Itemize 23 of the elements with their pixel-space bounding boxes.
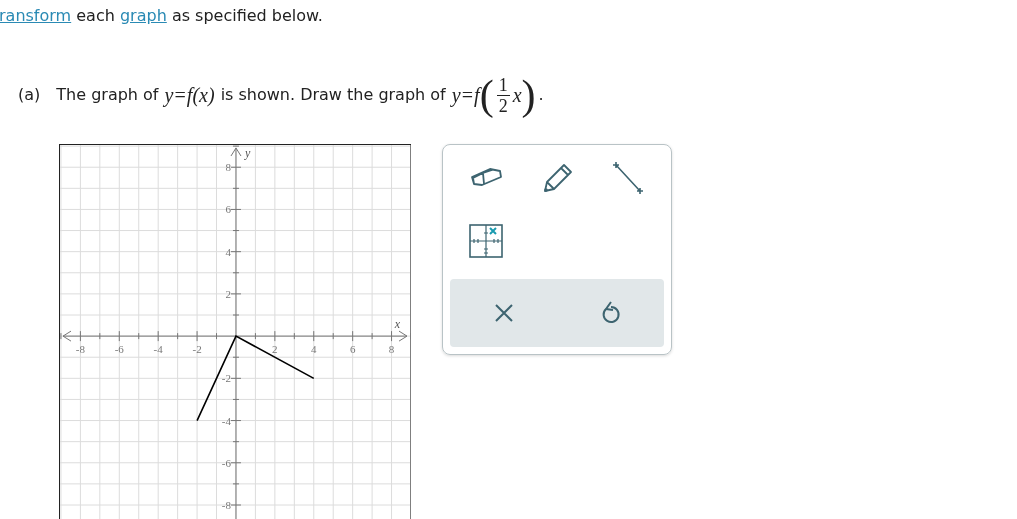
tick-label: 8 bbox=[388, 343, 395, 356]
tick-label: 2 bbox=[272, 343, 278, 356]
tick-label: -6 bbox=[114, 343, 124, 356]
tick-label: -8 bbox=[221, 499, 231, 511]
axis-label: x bbox=[394, 317, 401, 332]
tick-label: 4 bbox=[311, 343, 317, 356]
axis-label: y bbox=[244, 146, 251, 160]
tick-label: 4 bbox=[225, 245, 231, 258]
tick-label: -4 bbox=[221, 414, 231, 427]
tick-label: -8 bbox=[75, 343, 85, 356]
tick-label: -4 bbox=[153, 343, 163, 356]
link[interactable]: ransform bbox=[0, 6, 72, 25]
tick-label: -6 bbox=[221, 456, 231, 469]
coordinate-graph[interactable]: -8 -6 -4 -2 2 4 6 8 -8 -6 -4 -2 2 4 6 8 x y bbox=[59, 144, 411, 519]
tick-label: -2 bbox=[192, 343, 202, 356]
tick-label: 6 bbox=[225, 203, 231, 216]
instruction-text: as specified below. bbox=[171, 6, 323, 25]
tick-label: 8 bbox=[225, 161, 231, 174]
tick-label: 6 bbox=[349, 343, 356, 356]
tick-label: 2 bbox=[225, 287, 231, 300]
tick-label: -2 bbox=[221, 372, 231, 385]
link[interactable]: graph bbox=[119, 6, 167, 25]
instruction-text: each bbox=[76, 6, 115, 25]
